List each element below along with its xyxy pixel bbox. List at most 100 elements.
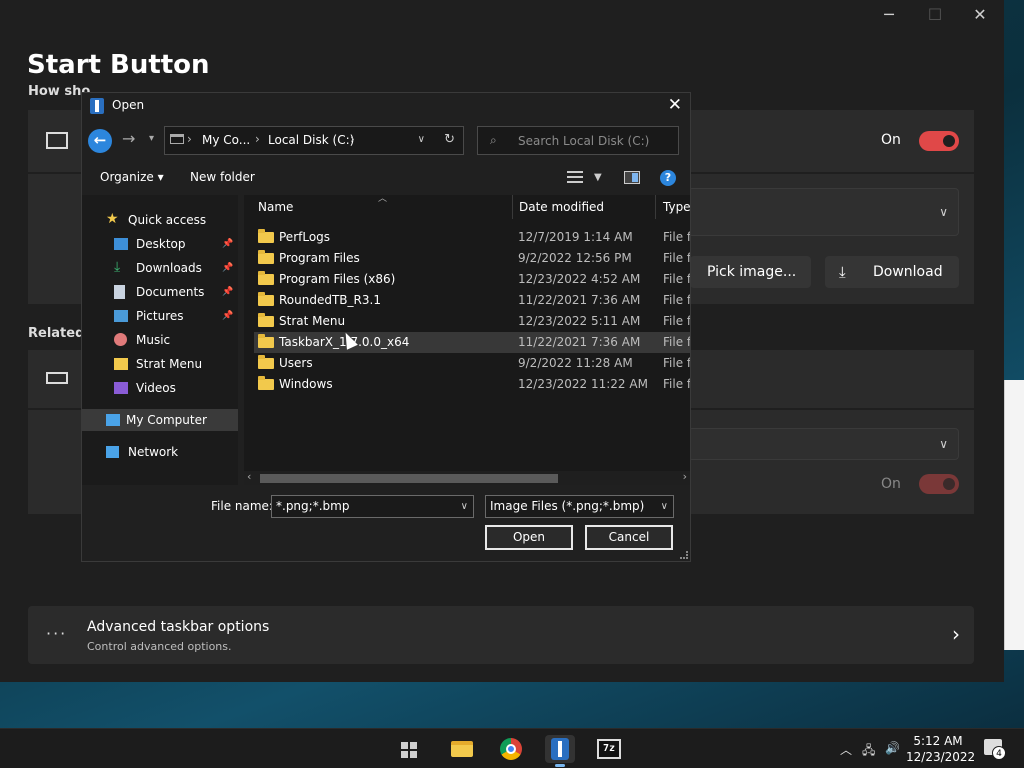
more-icon: ··· — [46, 624, 68, 643]
nav-label: Quick access — [128, 213, 207, 227]
file-row[interactable]: Users 9/2/2022 11:28 AM File fo — [254, 353, 690, 374]
music-icon — [114, 333, 127, 346]
file-row[interactable]: PerfLogs 12/7/2019 1:14 AM File fo — [254, 227, 690, 248]
file-row[interactable]: Program Files 9/2/2022 12:56 PM File fo — [254, 248, 690, 269]
preview-pane-icon[interactable] — [624, 171, 640, 184]
secondary-toggle[interactable] — [919, 474, 959, 494]
forward-button[interactable]: → — [122, 129, 135, 148]
open-button[interactable]: Open — [485, 525, 573, 550]
close-window-button[interactable]: ✕ — [957, 4, 1003, 26]
chrome-icon — [500, 738, 522, 760]
breadcrumb-my-computer[interactable]: My Co... — [202, 133, 250, 147]
dialog-close-button[interactable]: ✕ — [668, 95, 682, 115]
clock[interactable]: 5:12 AM 12/23/2022 — [906, 733, 976, 765]
file-explorer-button[interactable] — [447, 735, 477, 763]
folder-icon — [258, 271, 274, 285]
file-name-label: File name: — [211, 499, 273, 513]
folder-icon — [114, 358, 128, 370]
document-icon — [114, 285, 125, 299]
image-icon — [46, 132, 68, 149]
related-heading: Related — [28, 326, 85, 341]
folder-icon — [258, 292, 274, 306]
chevron-down-icon: ∨ — [939, 437, 948, 451]
folder-icon — [258, 334, 274, 348]
scroll-left-icon[interactable]: ‹ — [247, 470, 251, 483]
horizontal-scrollbar[interactable]: ‹ › — [244, 470, 690, 485]
organize-button[interactable]: Organize ▾ — [100, 170, 164, 184]
address-bar[interactable]: › My Co... › Local Disk (C:) › ∨ ↻ — [164, 126, 464, 155]
recent-locations-button[interactable]: ▾ — [149, 133, 154, 144]
file-row[interactable]: Strat Menu 12/23/2022 5:11 AM File fo — [254, 311, 690, 332]
network-tray-icon[interactable]: 🖧 — [862, 741, 875, 762]
taskbar-settings-icon — [46, 372, 68, 384]
pin-icon: 📌 — [222, 263, 234, 273]
search-box[interactable]: ⌕ Search Local Disk (C:) — [477, 126, 679, 155]
column-type[interactable]: Type — [663, 195, 691, 219]
advanced-taskbar-options[interactable]: ··· Advanced taskbar options Control adv… — [28, 606, 974, 664]
file-row[interactable]: RoundedTB_R3.1 11/22/2021 7:36 AM File f… — [254, 290, 690, 311]
download-icon: ⤓ — [839, 263, 846, 281]
chevron-down-icon[interactable]: ∨ — [461, 496, 468, 517]
file-row[interactable]: Windows 12/23/2022 11:22 AM File fo — [254, 374, 690, 395]
column-name[interactable]: Name — [258, 195, 293, 219]
file-type-select[interactable]: Image Files (*.png;*.bmp) ∨ — [485, 495, 674, 518]
nav-label: Documents — [136, 285, 205, 299]
column-date-modified[interactable]: Date modified — [519, 195, 604, 219]
computer-icon — [106, 414, 120, 426]
taskbarx-app-icon — [90, 98, 104, 114]
nav-label: My Computer — [126, 413, 207, 427]
scroll-right-icon[interactable]: › — [683, 470, 687, 483]
folder-icon — [258, 229, 274, 243]
cancel-button[interactable]: Cancel — [585, 525, 673, 550]
file-row[interactable]: TaskbarX_1.7.0.0_x64 11/22/2021 7:36 AM … — [254, 332, 690, 353]
nav-label: Strat Menu — [136, 357, 203, 371]
chrome-button[interactable] — [496, 735, 526, 763]
download-button[interactable]: ⤓ Download — [825, 256, 959, 288]
volume-icon[interactable]: 🔊 — [885, 741, 900, 755]
view-dropdown-icon[interactable]: ▼ — [594, 172, 602, 183]
dialog-footer: File name: *.png;*.bmp ∨ Image Files (*.… — [82, 485, 690, 561]
show-hidden-icons-icon[interactable]: ︿ — [840, 741, 852, 758]
maximize-button[interactable]: ☐ — [912, 4, 958, 26]
breadcrumb-local-disk[interactable]: Local Disk (C:) — [268, 133, 354, 147]
address-dropdown-icon[interactable]: ∨ — [418, 134, 425, 145]
sort-ascending-icon: ︿ — [378, 194, 388, 204]
video-icon — [114, 382, 128, 394]
taskbar: 7z ︿ 🖧 🔊 5:12 AM 12/23/2022 4 — [0, 728, 1024, 768]
new-folder-button[interactable]: New folder — [190, 170, 255, 184]
taskbarx-button[interactable] — [545, 735, 575, 767]
clock-date: 12/23/2022 — [906, 750, 976, 764]
start-button-toggle[interactable] — [919, 131, 959, 151]
drive-icon — [170, 134, 184, 144]
nav-label: Pictures — [136, 309, 184, 323]
navigation-pane: ★ Quick access Desktop 📌 ⤓ Downloads 📌 D… — [82, 195, 238, 485]
organize-label: Organize — [100, 170, 154, 184]
nav-my-computer[interactable]: My Computer — [82, 409, 238, 431]
image-dropdown[interactable]: ∨ — [688, 188, 959, 236]
minimize-button[interactable]: ─ — [866, 4, 912, 26]
help-icon[interactable]: ? — [660, 170, 676, 186]
page-title: Start Button — [27, 50, 210, 80]
7zip-button[interactable]: 7z — [594, 735, 624, 763]
star-icon: ★ — [106, 211, 119, 227]
refresh-icon[interactable]: ↻ — [444, 132, 455, 147]
view-options-icon[interactable] — [567, 171, 583, 183]
start-button[interactable] — [394, 735, 424, 763]
pin-icon: 📌 — [222, 311, 234, 321]
pick-image-button[interactable]: Pick image... — [690, 256, 811, 288]
folder-icon — [258, 376, 274, 390]
back-button[interactable]: ← — [88, 129, 112, 153]
scrollbar-thumb[interactable] — [260, 474, 558, 483]
7zip-icon: 7z — [597, 739, 621, 759]
file-row[interactable]: Program Files (x86) 12/23/2022 4:52 AM F… — [254, 269, 690, 290]
resize-grip-icon[interactable] — [680, 551, 688, 559]
advanced-title: Advanced taskbar options — [87, 619, 270, 635]
file-name-input[interactable]: *.png;*.bmp ∨ — [271, 495, 474, 518]
nav-label: Desktop — [136, 237, 186, 251]
chevron-right-icon: › — [952, 622, 960, 646]
download-label: Download — [873, 264, 943, 280]
chevron-down-icon: ∨ — [660, 501, 668, 512]
folder-icon — [258, 313, 274, 327]
style-dropdown[interactable]: ∨ — [688, 428, 959, 460]
notification-count-badge: 4 — [992, 746, 1006, 760]
